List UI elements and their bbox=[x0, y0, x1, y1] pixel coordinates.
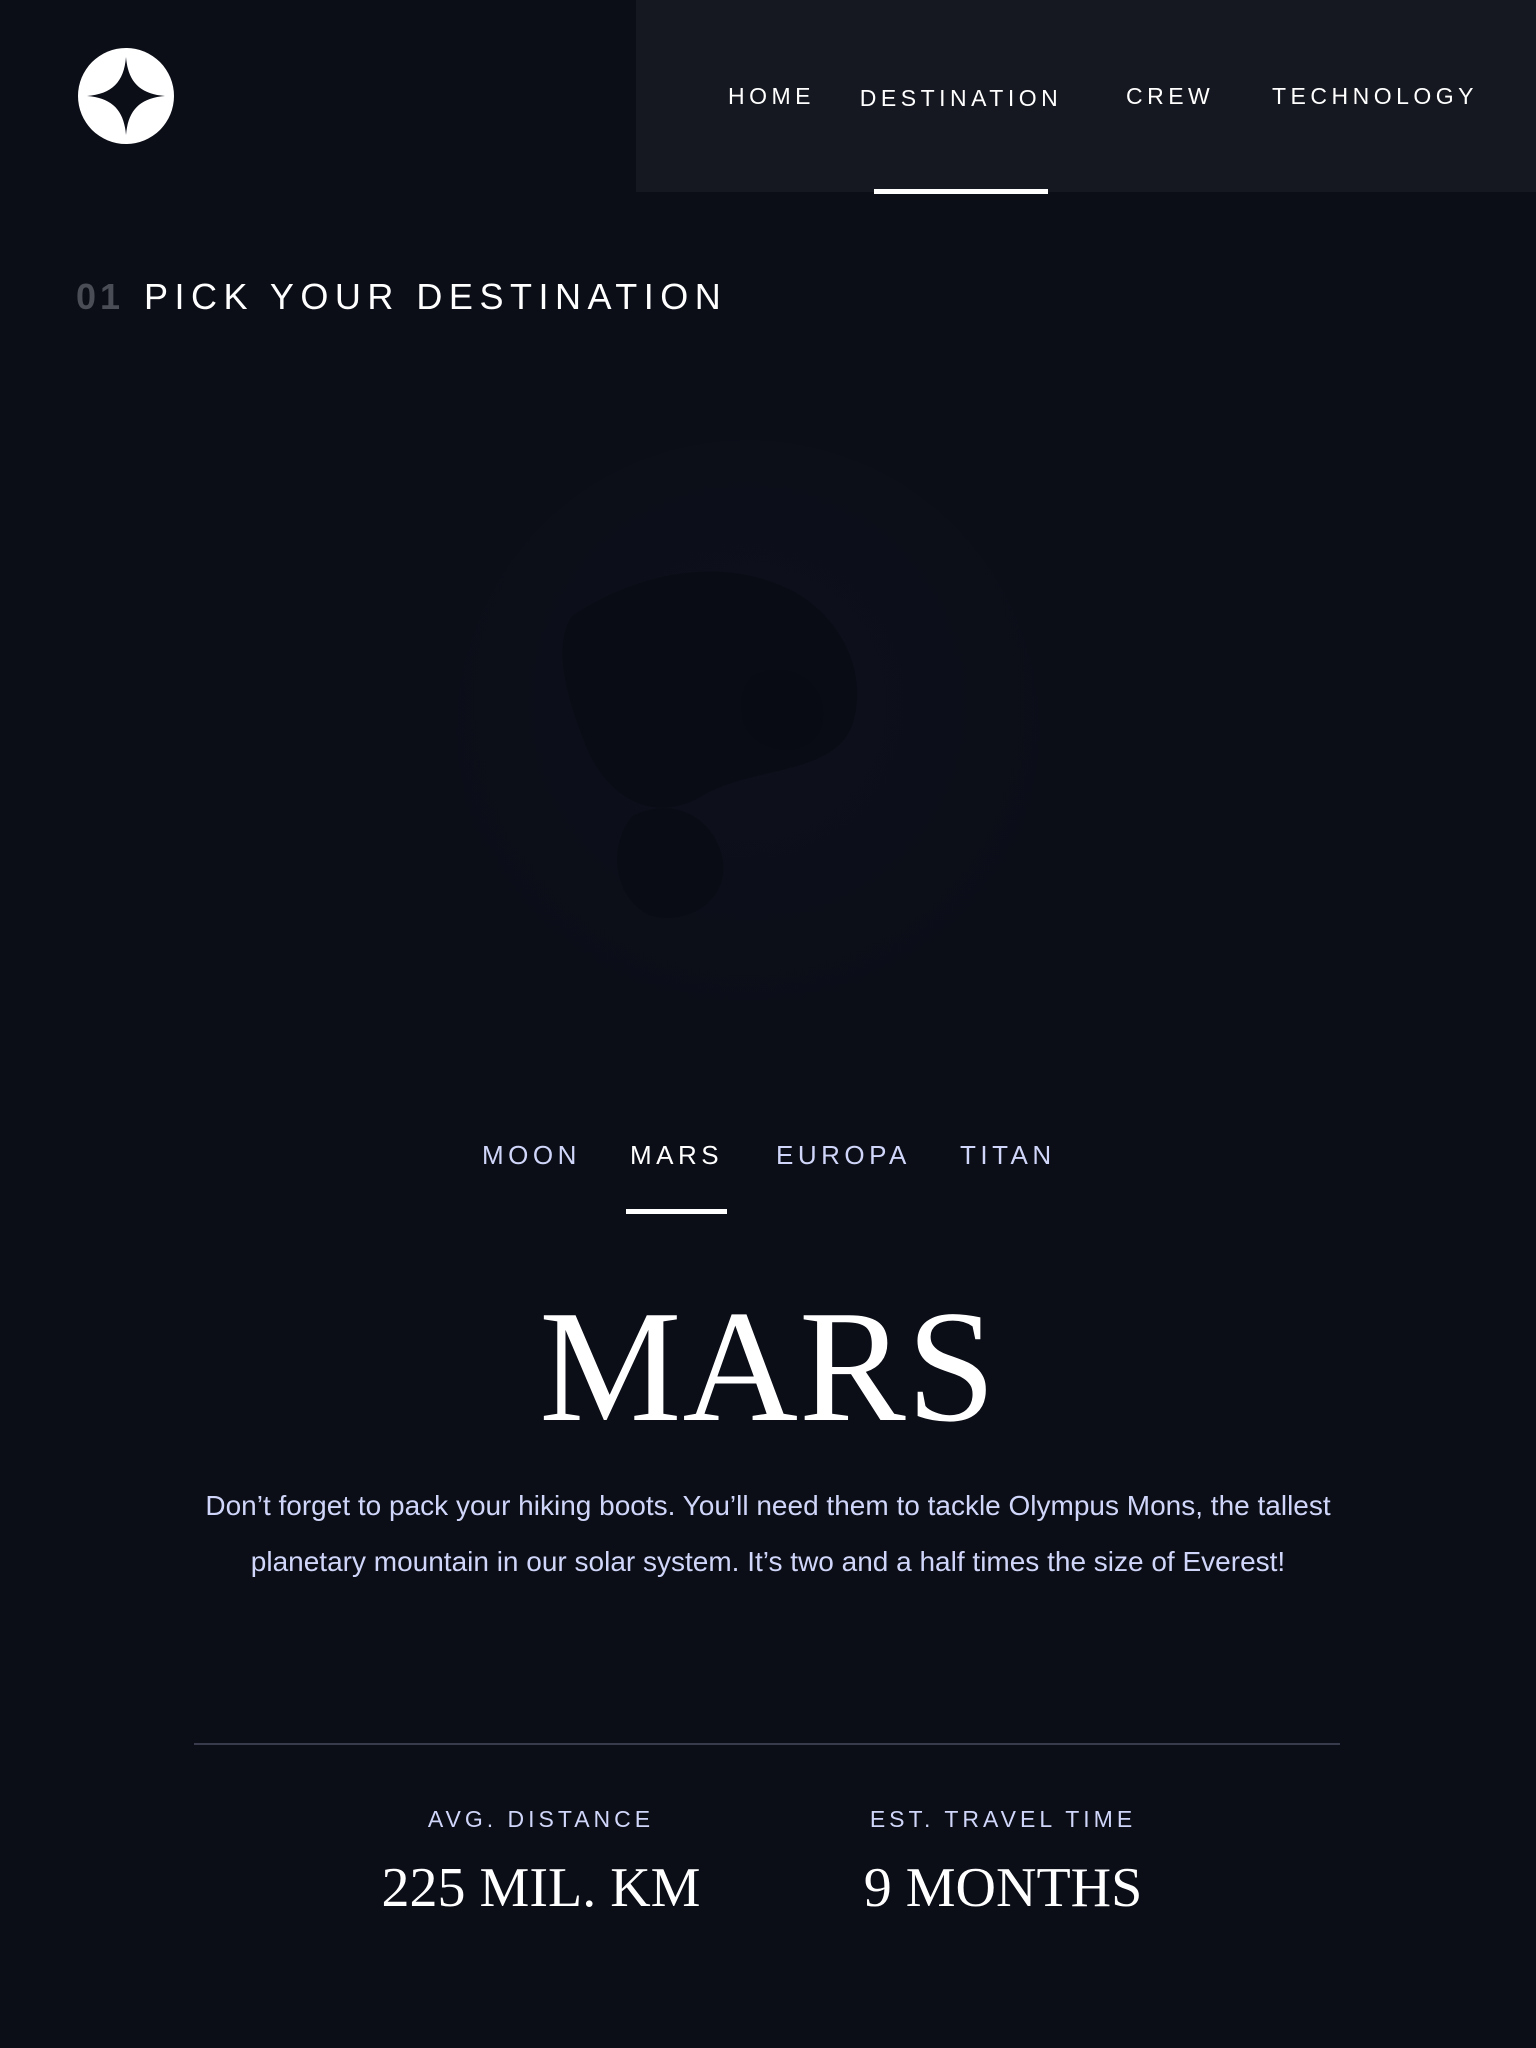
destination-tabs: MOON MARS EUROPA TITAN bbox=[0, 1140, 1536, 1220]
tab-titan-label: TITAN bbox=[960, 1140, 1056, 1170]
page-heading: 01 PICK YOUR DESTINATION bbox=[76, 276, 727, 318]
tab-active-indicator bbox=[626, 1209, 728, 1214]
tab-europa-label: EUROPA bbox=[776, 1140, 911, 1170]
tab-mars-label: MARS bbox=[630, 1140, 724, 1170]
tab-moon[interactable]: MOON bbox=[482, 1140, 581, 1214]
page-heading-text: PICK YOUR DESTINATION bbox=[144, 276, 728, 317]
main-nav: HOME DESTINATION CREW TECHNOLOGY bbox=[636, 0, 1536, 194]
nav-crew-label: CREW bbox=[1126, 82, 1215, 109]
nav-active-indicator bbox=[874, 189, 1048, 194]
nav-home-label: HOME bbox=[728, 82, 815, 109]
avg-distance-label: AVG. DISTANCE bbox=[427, 1806, 655, 1832]
tab-europa[interactable]: EUROPA bbox=[776, 1140, 911, 1214]
home-logo[interactable] bbox=[78, 48, 174, 144]
divider bbox=[194, 1743, 1340, 1745]
nav-destination[interactable]: DESTINATION bbox=[860, 0, 1058, 194]
nav-technology[interactable]: TECHNOLOGY bbox=[1272, 0, 1492, 192]
tab-mars[interactable]: MARS bbox=[626, 1140, 728, 1214]
travel-time-value: 9 MONTHS bbox=[863, 1857, 1143, 1919]
mars-image bbox=[452, 436, 1044, 1028]
tab-moon-label: MOON bbox=[482, 1140, 581, 1170]
star-logo-icon bbox=[87, 57, 165, 135]
destination-title: MARS bbox=[539, 1277, 997, 1455]
destination-description: Don’t forget to pack your hiking boots. … bbox=[205, 1490, 1331, 1577]
tab-titan[interactable]: TITAN bbox=[960, 1140, 1056, 1214]
nav-crew[interactable]: CREW bbox=[1126, 0, 1226, 192]
avg-distance-value: 225 MIL. KM bbox=[381, 1857, 701, 1919]
nav-home[interactable]: HOME bbox=[728, 0, 878, 192]
nav-destination-label: DESTINATION bbox=[859, 84, 1063, 111]
page-heading-number: 01 bbox=[76, 276, 125, 317]
travel-time-label: EST. TRAVEL TIME bbox=[869, 1806, 1137, 1832]
nav-technology-label: TECHNOLOGY bbox=[1272, 82, 1479, 109]
